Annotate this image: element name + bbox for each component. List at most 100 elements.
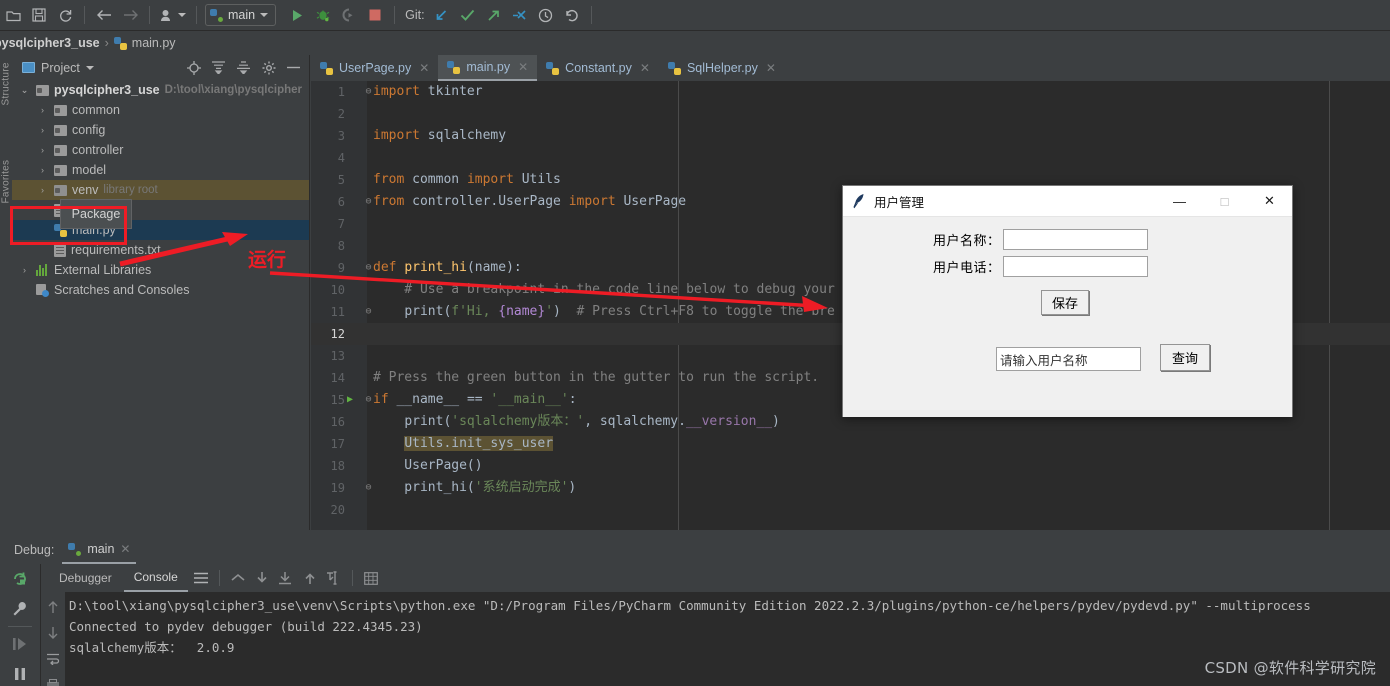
tree-node-controller[interactable]: › controller bbox=[12, 140, 309, 160]
toolbar-divider bbox=[149, 6, 150, 24]
debug-run-tab[interactable]: main ✕ bbox=[62, 536, 137, 564]
line-number: 2 bbox=[337, 107, 345, 121]
project-panel-title[interactable]: Project bbox=[41, 61, 80, 75]
code-line[interactable]: 1 ⊖ import tkinter bbox=[311, 81, 1390, 103]
run-configuration-selector[interactable]: main bbox=[205, 4, 277, 26]
locate-icon[interactable] bbox=[184, 58, 203, 77]
expand-chevron-icon[interactable]: › bbox=[36, 105, 49, 115]
code-line[interactable]: 19 ⊖ print_hi('系统启动完成') bbox=[311, 477, 1390, 499]
force-step-into-icon[interactable] bbox=[299, 567, 321, 589]
code-line[interactable]: 2 bbox=[311, 103, 1390, 125]
sidebar-vtab-structure[interactable]: Structure bbox=[1, 60, 12, 105]
dialog-close-button[interactable]: ✕ bbox=[1247, 186, 1292, 217]
grid-icon[interactable] bbox=[360, 567, 382, 589]
tree-node-venv[interactable]: › venv library root bbox=[12, 180, 309, 200]
step-over-icon[interactable] bbox=[251, 567, 273, 589]
rebase-icon[interactable] bbox=[507, 4, 533, 26]
code-line[interactable]: 20 bbox=[311, 499, 1390, 521]
push-icon[interactable] bbox=[481, 4, 507, 26]
collapse-all-icon[interactable] bbox=[234, 58, 253, 77]
user-profile-icon[interactable] bbox=[156, 4, 190, 26]
debug-subtab-console[interactable]: Console bbox=[123, 564, 188, 592]
open-folder-icon[interactable] bbox=[0, 4, 26, 26]
editor-tab-main-py[interactable]: main.py ✕ bbox=[438, 55, 538, 81]
expand-chevron-icon[interactable]: ⌄ bbox=[18, 85, 31, 96]
tree-node-pysqlcipher3-use[interactable]: ⌄ pysqlcipher3_use D:\tool\xiang\pysqlciph… bbox=[12, 80, 309, 100]
expand-chevron-icon[interactable]: › bbox=[18, 265, 31, 275]
code-line[interactable]: 17 Utils.init_sys_user bbox=[311, 433, 1390, 455]
hide-panel-icon[interactable] bbox=[284, 58, 303, 77]
update-project-icon[interactable] bbox=[429, 4, 455, 26]
expand-chevron-icon[interactable]: › bbox=[36, 125, 49, 135]
settings-wrench-icon[interactable] bbox=[0, 594, 40, 624]
user-search-input[interactable] bbox=[996, 347, 1141, 371]
code-line[interactable]: 3 import sqlalchemy bbox=[311, 125, 1390, 147]
line-number: 12 bbox=[330, 327, 345, 341]
expand-all-icon[interactable] bbox=[209, 58, 228, 77]
sync-icon[interactable] bbox=[52, 4, 78, 26]
debug-button[interactable] bbox=[310, 4, 336, 26]
folder-icon bbox=[54, 164, 67, 176]
soft-wrap-icon[interactable] bbox=[41, 646, 65, 672]
dialog-minimize-button[interactable]: — bbox=[1157, 186, 1202, 217]
rerun-icon[interactable] bbox=[0, 564, 40, 594]
stop-button[interactable] bbox=[362, 4, 388, 26]
save-icon[interactable] bbox=[26, 4, 52, 26]
tree-node-common[interactable]: › common bbox=[12, 100, 309, 120]
step-out-icon[interactable] bbox=[227, 567, 249, 589]
menu-icon[interactable] bbox=[190, 567, 212, 589]
tree-node-scratches-and-consoles[interactable]: Scratches and Consoles bbox=[12, 280, 309, 300]
sidebar-vtab-favorites[interactable]: Favorites bbox=[1, 158, 12, 204]
expand-chevron-icon[interactable]: › bbox=[36, 165, 49, 175]
scroll-up-icon[interactable] bbox=[41, 594, 65, 620]
editor-tab-userpage-py[interactable]: UserPage.py ✕ bbox=[311, 55, 438, 81]
resume-icon[interactable] bbox=[0, 629, 40, 659]
code-line[interactable]: 4 bbox=[311, 147, 1390, 169]
chevron-down-icon[interactable] bbox=[85, 65, 94, 70]
back-arrow-icon[interactable] bbox=[91, 4, 117, 26]
print-icon[interactable] bbox=[41, 672, 65, 686]
tree-node-config[interactable]: › config bbox=[12, 120, 309, 140]
editor-tab-constant-py[interactable]: Constant.py ✕ bbox=[537, 55, 659, 81]
python-config-icon bbox=[210, 8, 223, 22]
scroll-down-icon[interactable] bbox=[41, 620, 65, 646]
rollback-icon[interactable] bbox=[559, 4, 585, 26]
debug-subtab-bar: Debugger Console bbox=[41, 564, 1390, 592]
line-number: 3 bbox=[337, 129, 345, 143]
user-name-input[interactable] bbox=[1002, 229, 1148, 250]
code-line[interactable]: 18 UserPage() bbox=[311, 455, 1390, 477]
project-tree[interactable]: ⌄ pysqlcipher3_use D:\tool\xiang\pysqlciph… bbox=[12, 80, 309, 528]
run-with-coverage-button[interactable] bbox=[336, 4, 362, 26]
debug-subtab-debugger[interactable]: Debugger bbox=[49, 564, 122, 592]
user-management-dialog[interactable]: 用户管理 — □ ✕ 用户名称： 用户电话： 保存 请输入用户名称 查询 bbox=[842, 185, 1293, 417]
breadcrumb-file[interactable]: main.py bbox=[132, 36, 176, 50]
pause-icon[interactable] bbox=[0, 659, 40, 686]
close-icon[interactable]: ✕ bbox=[419, 61, 429, 75]
run-button[interactable] bbox=[284, 4, 310, 26]
close-icon[interactable]: ✕ bbox=[518, 60, 528, 74]
console-output[interactable]: D:\tool\xiang\pysqlcipher3_use\venv\Scri… bbox=[65, 592, 1390, 686]
close-icon[interactable]: ✕ bbox=[120, 542, 130, 556]
run-to-cursor-icon[interactable] bbox=[323, 567, 345, 589]
history-icon[interactable] bbox=[533, 4, 559, 26]
settings-gear-icon[interactable] bbox=[259, 58, 278, 77]
save-button[interactable]: 保存 bbox=[1041, 290, 1090, 315]
close-icon[interactable]: ✕ bbox=[766, 61, 776, 75]
dialog-title-bar[interactable]: 用户管理 — □ ✕ bbox=[843, 186, 1292, 217]
close-icon[interactable]: ✕ bbox=[640, 61, 650, 75]
debug-run-tab-label: main bbox=[87, 542, 115, 556]
forward-arrow-icon[interactable] bbox=[117, 4, 143, 26]
tree-node-model[interactable]: › model bbox=[12, 160, 309, 180]
dialog-maximize-button[interactable]: □ bbox=[1202, 186, 1247, 217]
user-phone-input[interactable] bbox=[1002, 256, 1148, 277]
editor-tab-sqlhelper-py[interactable]: SqlHelper.py ✕ bbox=[659, 55, 785, 81]
breadcrumb-project[interactable]: pysqlcipher3_use bbox=[0, 36, 100, 50]
folder-icon bbox=[54, 124, 67, 136]
expand-chevron-icon[interactable]: › bbox=[36, 145, 49, 155]
expand-chevron-icon[interactable]: › bbox=[36, 185, 49, 195]
step-into-icon[interactable] bbox=[275, 567, 297, 589]
commit-icon[interactable] bbox=[455, 4, 481, 26]
debug-tab-row: Debug: main ✕ bbox=[0, 536, 1390, 564]
query-button[interactable]: 查询 bbox=[1160, 344, 1211, 371]
run-gutter-icon[interactable]: ▶ bbox=[347, 389, 353, 411]
